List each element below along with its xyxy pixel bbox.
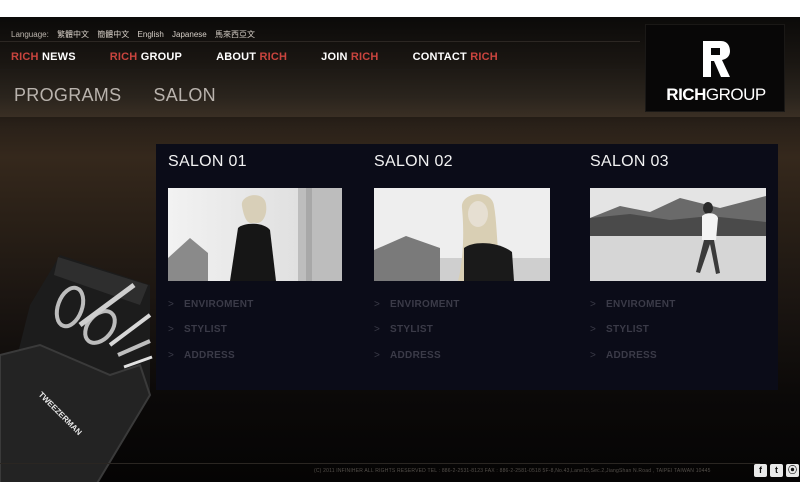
link-label: ADDRESS xyxy=(184,350,235,361)
chevron-right-icon: > xyxy=(168,299,175,310)
chevron-right-icon: > xyxy=(374,350,381,361)
link-label: ENVIROMENT xyxy=(606,299,676,310)
salon-title[interactable]: SALON 02 xyxy=(374,153,453,171)
link-address[interactable]: > ADDRESS xyxy=(374,350,441,364)
nav-label: NEWS xyxy=(38,51,76,63)
rich-group-logo[interactable]: RICHGROUP xyxy=(645,24,785,112)
salon-photo[interactable] xyxy=(590,188,766,281)
nav-rich-group[interactable]: RICH GROUP xyxy=(110,51,182,63)
salon-title[interactable]: SALON 01 xyxy=(168,153,247,171)
logo-wordmark-regular: GROUP xyxy=(705,85,766,104)
link-address[interactable]: > ADDRESS xyxy=(590,350,657,364)
link-label: STYLIST xyxy=(390,324,434,335)
link-stylist[interactable]: > STYLIST xyxy=(168,324,227,338)
sub-nav: PROGRAMS SALON xyxy=(14,85,216,106)
language-option[interactable]: English xyxy=(138,30,164,39)
bottom-margin xyxy=(0,482,800,500)
chevron-right-icon: > xyxy=(590,299,597,310)
salon-photo[interactable] xyxy=(168,188,342,281)
nav-contact-rich[interactable]: CONTACT RICH xyxy=(413,51,498,63)
chevron-right-icon: > xyxy=(168,324,175,335)
nav-about-rich[interactable]: ABOUT RICH xyxy=(216,51,287,63)
nav-label: ABOUT xyxy=(216,51,260,63)
link-stylist[interactable]: > STYLIST xyxy=(374,324,433,338)
chevron-right-icon: > xyxy=(590,324,597,335)
link-address[interactable]: > ADDRESS xyxy=(168,350,235,364)
twitter-icon[interactable]: t xyxy=(770,464,783,477)
logo-wordmark: RICHGROUP xyxy=(646,85,786,105)
header-divider xyxy=(0,41,640,42)
link-enviroment[interactable]: > ENVIROMENT xyxy=(374,299,460,313)
header-divider xyxy=(0,69,640,70)
nav-label-accent: RICH xyxy=(11,51,39,63)
facebook-icon[interactable]: f xyxy=(754,464,767,477)
link-label: ADDRESS xyxy=(606,350,657,361)
nav-label-accent: RICH xyxy=(109,51,138,63)
link-label: ENVIROMENT xyxy=(184,299,254,310)
nav-label: CONTACT xyxy=(412,51,471,63)
link-enviroment[interactable]: > ENVIROMENT xyxy=(590,299,676,313)
nav-rich-news[interactable]: RICH NEWS xyxy=(11,51,76,63)
nav-label-accent: RICH xyxy=(470,51,498,63)
language-option[interactable]: 繁體中文 xyxy=(57,30,89,39)
language-option[interactable]: 馬來西亞文 xyxy=(215,30,255,39)
link-enviroment[interactable]: > ENVIROMENT xyxy=(168,299,254,313)
nav-join-rich[interactable]: JOIN RICH xyxy=(321,51,378,63)
language-label: Language: xyxy=(11,30,49,39)
footer-divider xyxy=(0,463,760,464)
subnav-programs[interactable]: PROGRAMS xyxy=(14,85,121,106)
website: Language: 繁體中文 簡體中文 English Japanese 馬來西… xyxy=(0,17,800,482)
link-label: ENVIROMENT xyxy=(390,299,460,310)
rss-icon[interactable]: ⦿ xyxy=(786,464,799,477)
chevron-right-icon: > xyxy=(374,324,381,335)
chevron-right-icon: > xyxy=(374,299,381,310)
chevron-right-icon: > xyxy=(168,350,175,361)
nav-label: JOIN xyxy=(321,51,351,63)
nav-label-accent: RICH xyxy=(259,51,288,63)
language-option[interactable]: Japanese xyxy=(172,30,207,39)
link-label: STYLIST xyxy=(606,324,650,335)
logo-r-mark-icon xyxy=(703,41,730,77)
salon-title[interactable]: SALON 03 xyxy=(590,153,669,171)
link-label: STYLIST xyxy=(184,324,228,335)
link-stylist[interactable]: > STYLIST xyxy=(590,324,649,338)
link-label: ADDRESS xyxy=(390,350,441,361)
subnav-salon[interactable]: SALON xyxy=(153,85,216,106)
language-option[interactable]: 簡體中文 xyxy=(97,30,129,39)
chevron-right-icon: > xyxy=(590,350,597,361)
footer-info: (C) 2011 INFINIHER ALL RIGHTS RESERVED T… xyxy=(314,468,711,474)
logo-wordmark-bold: RICH xyxy=(666,85,706,104)
language-bar: Language: 繁體中文 簡體中文 English Japanese 馬來西… xyxy=(11,29,261,40)
top-margin xyxy=(0,0,800,17)
salon-photo[interactable] xyxy=(374,188,550,281)
nav-label: GROUP xyxy=(137,51,183,63)
main-nav: RICH NEWS RICH GROUP ABOUT RICH JOIN RIC… xyxy=(11,51,498,63)
nav-label-accent: RICH xyxy=(350,51,379,63)
tweezerman-case-image: TWEEZERMAN xyxy=(0,245,160,482)
salon-panel: SALON 01 > ENVIROMENT > STYLIST > ADDRESS xyxy=(156,144,778,390)
